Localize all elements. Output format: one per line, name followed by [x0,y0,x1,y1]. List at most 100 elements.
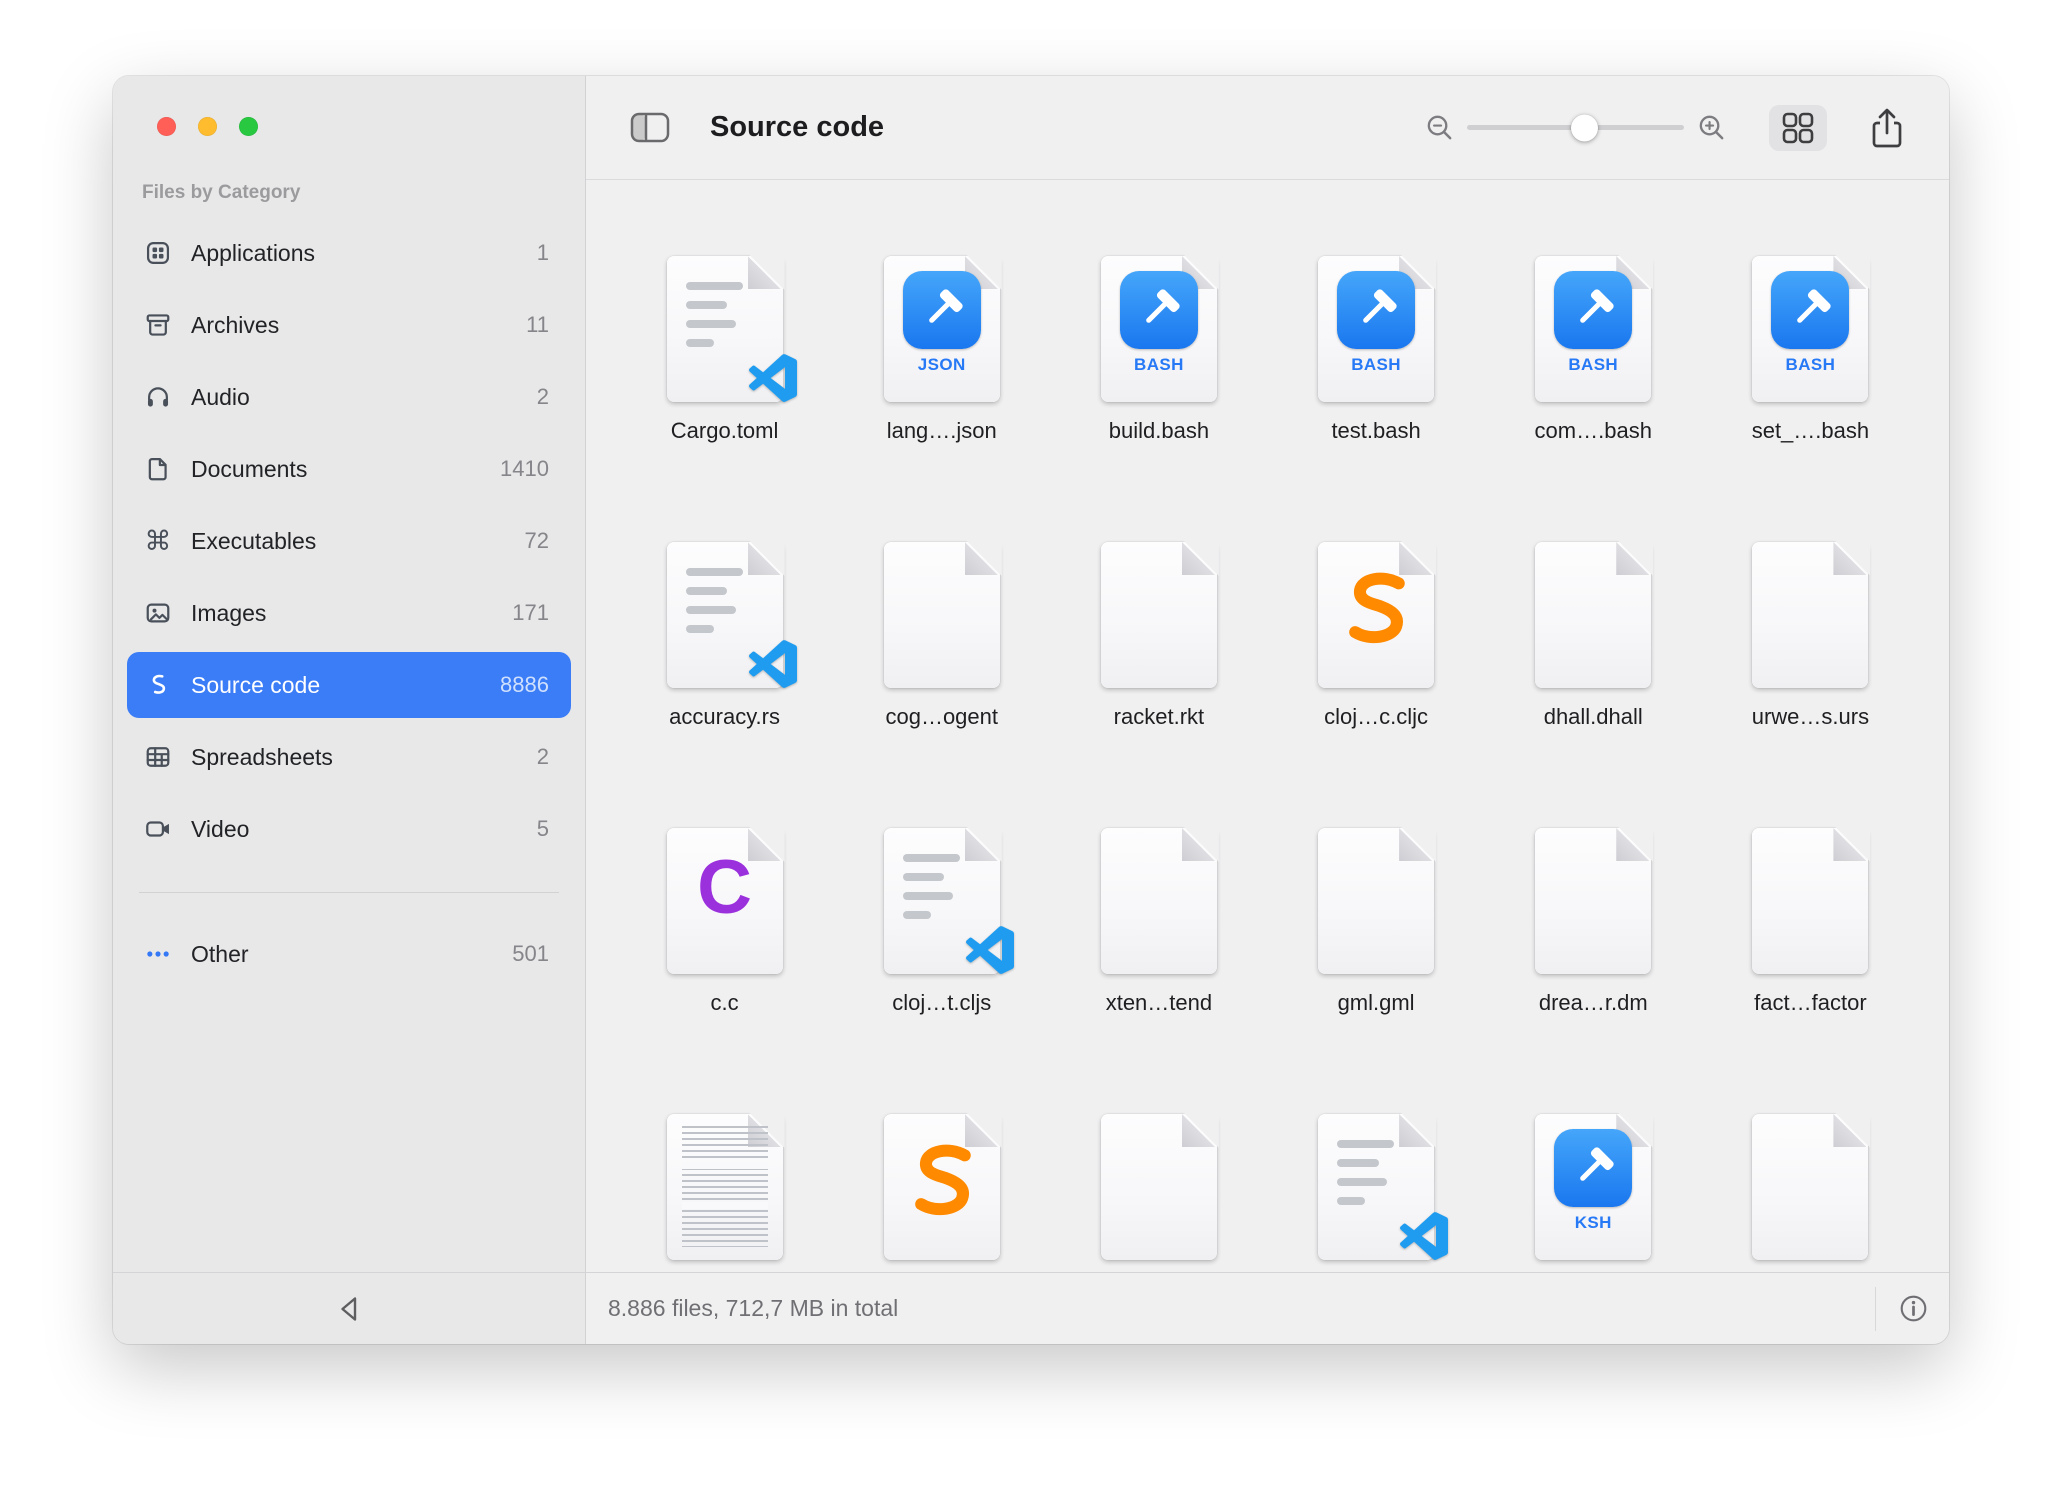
category-count-badge: 8886 [500,672,557,698]
doc-blank-icon [1101,1114,1217,1260]
tool-hammer-icon [1568,1143,1618,1193]
tool-hammer-icon [917,285,967,335]
app-tool-icon: BASH [1318,256,1434,402]
sidebar-item-applications[interactable]: Applications 1 [127,220,571,286]
back-button[interactable] [336,1294,363,1324]
tool-hammer-icon [1351,285,1401,335]
sidebar-status-bar [113,1272,586,1344]
file-item[interactable]: C c.c [616,828,833,1114]
sidebar-item-images[interactable]: Images 171 [127,580,571,646]
file-name-label: cloj…c.cljc [1324,704,1428,730]
dense-text-preview [682,1126,768,1247]
zoom-controls [1424,112,1727,143]
file-item[interactable]: accuracy.rs [616,542,833,828]
file-item[interactable]: dhall.dhall [1485,542,1702,828]
sidebar-item-executables[interactable]: ⌘ Executables 72 [127,508,571,574]
tool-app-badge [1771,271,1849,349]
file-name-label: accuracy.rs [669,704,780,730]
text-lines [686,282,747,347]
sidebar-footer-list: Other 501 [127,921,571,987]
doc-blank-icon [1752,828,1868,974]
zoom-in-button[interactable] [1696,112,1727,143]
vscode-badge-icon [1400,1212,1448,1260]
file-item[interactable]: xten…tend [1050,828,1267,1114]
file-item[interactable] [833,1114,1050,1272]
file-name-label: lang….json [887,418,997,444]
file-item[interactable]: fact…factor [1702,828,1919,1114]
document-page [1101,542,1217,688]
sidebar-item-source-code[interactable]: Source code 8886 [127,652,571,718]
document-page [1752,828,1868,974]
file-name-label: xten…tend [1106,990,1212,1016]
sidebar-item-documents[interactable]: Documents 1410 [127,436,571,502]
other-icon [139,935,177,973]
tool-hammer-icon [1785,285,1835,335]
sidebar-item-spreadsheets[interactable]: Spreadsheets 2 [127,724,571,790]
file-item[interactable]: Cargo.toml [616,256,833,542]
images-icon [139,594,177,632]
sidebar-item-video[interactable]: Video 5 [127,796,571,862]
doc-blank-icon [1535,542,1651,688]
toolbar: Source code [586,76,1949,180]
file-item[interactable]: BASH test.bash [1268,256,1485,542]
file-item[interactable] [1050,1114,1267,1272]
zoom-in-icon [1696,112,1727,143]
document-page: BASH [1318,256,1434,402]
file-name-label: c.c [711,990,739,1016]
status-bar: 8.886 files, 712,7 MB in total [586,1272,1949,1344]
file-item[interactable] [1702,1114,1919,1272]
sidebar-item-other[interactable]: Other 501 [127,921,571,987]
app-tool-icon: BASH [1535,256,1651,402]
sidebar-category-list: Applications 1 Archives 11 Audio 2 Docum… [127,220,571,862]
vscode-badge-icon [749,640,797,688]
file-type-label: KSH [1535,1213,1651,1233]
zoom-slider-knob[interactable] [1571,114,1598,141]
sidebar-toggle-button[interactable] [630,111,670,144]
tool-hammer-icon [1134,285,1184,335]
document-page: BASH [1535,256,1651,402]
file-item[interactable]: gml.gml [1268,828,1485,1114]
document-page [667,542,783,688]
sublime-icon [1337,566,1415,658]
status-summary: 8.886 files, 712,7 MB in total [608,1295,898,1322]
file-item[interactable]: BASH build.bash [1050,256,1267,542]
file-name-label: drea…r.dm [1539,990,1648,1016]
zoom-slider[interactable] [1467,125,1684,130]
file-item[interactable]: KSH [1485,1114,1702,1272]
file-item[interactable] [1268,1114,1485,1272]
file-item[interactable]: racket.rkt [1050,542,1267,828]
file-item[interactable]: cloj…t.cljs [833,828,1050,1114]
file-item[interactable]: cog…ogent [833,542,1050,828]
file-item[interactable]: BASH set_….bash [1702,256,1919,542]
file-item[interactable]: BASH com….bash [1485,256,1702,542]
close-button[interactable] [157,117,176,136]
sidebar-divider [139,892,559,893]
sidebar-section-header: Files by Category [113,76,585,220]
document-page [667,256,783,402]
back-icon [336,1294,363,1324]
tool-app-badge [903,271,981,349]
grid-view-button[interactable] [1769,105,1827,151]
file-item[interactable]: drea…r.dm [1485,828,1702,1114]
window-controls [157,117,258,136]
file-item[interactable]: cloj…c.cljc [1268,542,1485,828]
file-item[interactable]: JSON lang….json [833,256,1050,542]
sidebar-item-archives[interactable]: Archives 11 [127,292,571,358]
sidebar-toggle-icon [630,111,670,144]
file-item[interactable] [616,1114,833,1272]
doc-dense-icon [667,1114,783,1260]
zoom-out-button[interactable] [1424,112,1455,143]
zoom-button[interactable] [239,117,258,136]
audio-icon [139,378,177,416]
info-button[interactable] [1898,1293,1929,1324]
status-divider [1875,1287,1876,1331]
text-lines [1337,1140,1398,1205]
documents-icon [139,450,177,488]
share-button[interactable] [1861,103,1913,153]
file-item[interactable]: urwe…s.urs [1702,542,1919,828]
doc-blank-icon [884,542,1000,688]
applications-icon [139,234,177,272]
file-type-label: BASH [1318,355,1434,375]
minimize-button[interactable] [198,117,217,136]
sidebar-item-audio[interactable]: Audio 2 [127,364,571,430]
